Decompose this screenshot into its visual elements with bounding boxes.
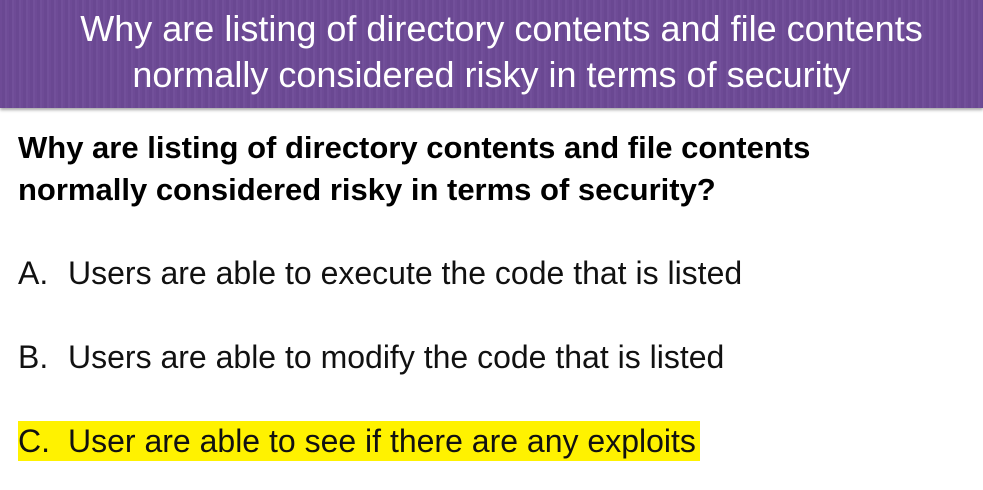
option-b-letter: B. <box>18 339 49 375</box>
question-line-1: Why are listing of directory contents an… <box>18 130 811 165</box>
option-a: A. Users are able to execute the code tha… <box>18 253 742 293</box>
option-b-text: Users are able to modify the code that i… <box>68 339 725 375</box>
option-c-highlighted: C. User are able to see if there are any … <box>18 421 700 461</box>
option-c-letter: C. <box>18 423 50 459</box>
option-c-text: User are able to see if there are any ex… <box>68 423 696 459</box>
slide-title-line-2: normally considered risky in terms of se… <box>132 54 851 95</box>
slide-title: Why are listing of directory contents an… <box>0 6 983 98</box>
option-a-letter: A. <box>18 255 49 291</box>
slide-title-line-1: Why are listing of directory contents an… <box>80 8 923 49</box>
question-text: Why are listing of directory contents an… <box>18 127 810 211</box>
question-line-2: normally considered risky in terms of se… <box>18 172 716 207</box>
option-a-text: Users are able to execute the code that … <box>68 255 743 291</box>
option-b: B. Users are able to modify the code that… <box>18 337 724 377</box>
slide-header: Why are listing of directory contents an… <box>0 0 983 108</box>
